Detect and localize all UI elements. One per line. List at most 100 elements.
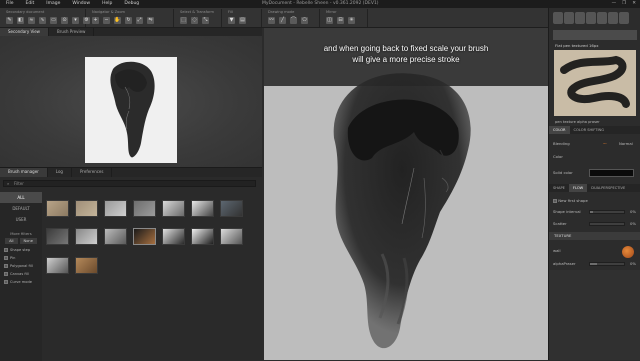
filter-polygonal-fill[interactable]: Polygonal fill (4, 264, 42, 268)
tab-log[interactable]: Log (48, 168, 72, 177)
brush-thumb[interactable] (191, 200, 214, 217)
watercolor-icon[interactable] (619, 12, 629, 24)
scatter-slider[interactable] (589, 222, 625, 226)
brush-thumb[interactable] (220, 228, 243, 245)
scatter-label: Scatter (553, 221, 567, 226)
menu-help[interactable]: Help (96, 0, 118, 8)
crayon-icon[interactable] (608, 12, 618, 24)
brush-thumb[interactable] (75, 228, 98, 245)
blend-icon[interactable]: ∿ (39, 17, 46, 24)
main-canvas[interactable]: and when going back to fixed scale your … (264, 28, 548, 360)
category-user[interactable]: USER (0, 214, 42, 225)
brush-thumb[interactable] (104, 200, 127, 217)
gradient-icon[interactable]: ▤ (239, 17, 246, 24)
brush-thumb[interactable] (75, 257, 98, 274)
curve-icon[interactable]: ⌒ (290, 17, 297, 24)
pencil-icon[interactable] (553, 12, 563, 24)
tab-secondary-view[interactable]: Secondary View (0, 28, 49, 36)
maximize-icon[interactable]: ❐ (622, 0, 626, 8)
zoom-in-icon[interactable]: + (92, 17, 99, 24)
right-panel: Flat pen textured 16px pen texture alpha… (548, 8, 640, 360)
blending-value[interactable]: Normal (619, 141, 633, 146)
color-swatch[interactable] (589, 169, 634, 177)
tab-brush-preview[interactable]: Brush Preview (49, 28, 95, 36)
brush-thumb[interactable] (46, 228, 69, 245)
brush-thumb[interactable] (191, 228, 214, 245)
smudge-icon[interactable]: ≈ (28, 17, 35, 24)
filter-none-button[interactable]: None (19, 238, 37, 244)
alpha-slider[interactable] (589, 262, 625, 266)
mirror-h-icon[interactable]: ◫ (326, 17, 333, 24)
airbrush-icon[interactable] (586, 12, 596, 24)
filter-canvas-fill[interactable]: Canvas fill (4, 272, 42, 276)
group-label: Secondary document (6, 10, 45, 14)
tab-color-shifting[interactable]: COLOR SHIFTING (570, 126, 608, 134)
tab-shape[interactable]: SHAPE (549, 184, 569, 192)
menu-file[interactable]: File (0, 0, 20, 8)
menu-edit[interactable]: Edit (20, 0, 41, 8)
transform-icon[interactable]: ⤡ (202, 17, 209, 24)
shape-interval-slider[interactable] (589, 210, 625, 214)
search-icon: ⌕ (7, 181, 10, 186)
filter-pin[interactable]: Pin (4, 256, 42, 260)
tab-preferences[interactable]: Preferences (72, 168, 113, 177)
texture-swatch[interactable] (622, 246, 634, 258)
filter-all-button[interactable]: All (5, 238, 18, 244)
polygon-icon[interactable]: ⬠ (301, 17, 308, 24)
knife-icon[interactable] (597, 12, 607, 24)
brush-thumb[interactable] (162, 228, 185, 245)
fill-icon[interactable]: ▾ (72, 17, 79, 24)
marker-icon[interactable] (575, 12, 585, 24)
mirror-v-icon[interactable]: ⊟ (337, 17, 344, 24)
layer-icon[interactable]: ▭ (50, 17, 57, 24)
texture-section-header[interactable]: TEXTURE (549, 232, 640, 240)
eraser-icon[interactable]: ◧ (17, 17, 24, 24)
tab-brush-manager[interactable]: Brush manager (0, 168, 48, 177)
brush-tool-icon[interactable]: ✎ (6, 17, 13, 24)
menu-image[interactable]: Image (40, 0, 66, 8)
select-icon[interactable]: ⬚ (180, 17, 187, 24)
brush-search-input[interactable]: ⌕ Filter (3, 180, 256, 187)
category-all[interactable]: ALL (0, 192, 42, 203)
secondary-view[interactable] (0, 36, 262, 167)
filter-curve-mode[interactable]: Curve mode (4, 280, 42, 284)
checkbox[interactable] (4, 280, 8, 284)
zoom-out-icon[interactable]: − (103, 17, 110, 24)
checkbox[interactable] (553, 199, 557, 203)
brush-thumb[interactable] (46, 257, 69, 274)
tab-dualperspective[interactable]: DUALPERSPECTIVE (587, 184, 629, 192)
brush-preset-strip[interactable] (553, 30, 637, 40)
minimize-icon[interactable]: — (612, 0, 617, 8)
line-icon[interactable]: ╱ (279, 17, 286, 24)
brush-thumb[interactable] (220, 200, 243, 217)
rotate-icon[interactable]: ↻ (125, 17, 132, 24)
brush-thumb[interactable] (75, 200, 98, 217)
fit-icon[interactable]: ⤢ (136, 17, 143, 24)
filter-shape-step[interactable]: Shape step (4, 248, 42, 252)
freehand-icon[interactable]: 〰 (268, 17, 275, 24)
new-first-shape-row[interactable]: New first shape (553, 198, 637, 203)
mirror-radial-icon[interactable]: ✳ (348, 17, 355, 24)
checkbox[interactable] (4, 264, 8, 268)
tab-flow[interactable]: FLOW (568, 184, 588, 192)
brush-thumb[interactable] (133, 200, 156, 217)
brush-thumb[interactable] (46, 200, 69, 217)
group-label: Mirror (326, 10, 337, 14)
picker-icon[interactable]: ⊙ (61, 17, 68, 24)
pen-icon[interactable] (564, 12, 574, 24)
flip-icon[interactable]: ⇋ (147, 17, 154, 24)
category-default[interactable]: DEFAULT (0, 203, 42, 214)
brush-thumb-selected[interactable] (133, 228, 156, 245)
menu-window[interactable]: Window (66, 0, 96, 8)
checkbox[interactable] (4, 272, 8, 276)
brush-thumb[interactable] (104, 228, 127, 245)
close-icon[interactable]: ✕ (632, 0, 636, 8)
lasso-icon[interactable]: ◌ (191, 17, 198, 24)
hand-icon[interactable]: ✋ (114, 17, 121, 24)
brush-thumb[interactable] (162, 200, 185, 217)
checkbox[interactable] (4, 248, 8, 252)
menu-debug[interactable]: Debug (118, 0, 145, 8)
bucket-icon[interactable]: ▼ (228, 17, 235, 24)
checkbox[interactable] (4, 256, 8, 260)
tab-color[interactable]: COLOR (549, 126, 570, 134)
